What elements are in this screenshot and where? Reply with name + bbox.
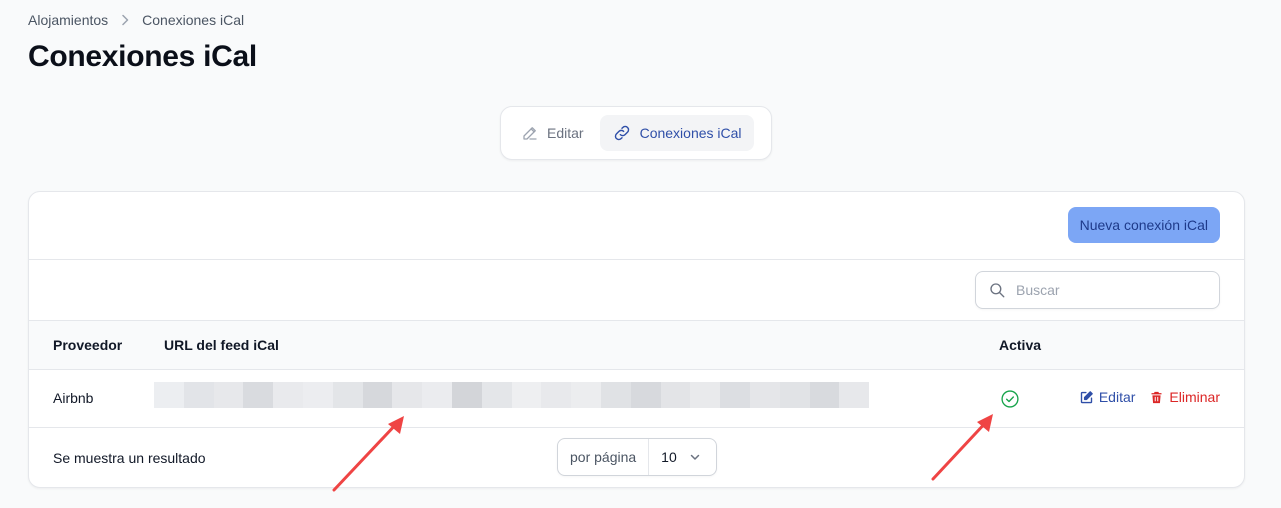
link-icon bbox=[612, 123, 632, 143]
pencil-square-icon bbox=[521, 124, 539, 142]
row-actions: Editar Eliminar bbox=[1079, 389, 1220, 405]
search-toolbar bbox=[29, 260, 1244, 321]
table-row[interactable]: Airbnb Editar Eliminar bbox=[29, 370, 1244, 428]
ical-connections-table-card: Nueva conexión iCal Proveedor URL del fe… bbox=[28, 191, 1245, 488]
provider-cell: Airbnb bbox=[53, 390, 94, 406]
chevron-right-icon bbox=[120, 14, 130, 26]
delete-label: Eliminar bbox=[1169, 389, 1220, 405]
record-tabs: Editar Conexiones iCal bbox=[500, 106, 772, 160]
annotation-arrow-url bbox=[332, 416, 404, 492]
per-page-label: por página bbox=[558, 439, 650, 475]
breadcrumb-current: Conexiones iCal bbox=[142, 12, 245, 28]
tab-editar[interactable]: Editar bbox=[509, 115, 596, 151]
search-icon bbox=[988, 281, 1006, 299]
edit-label: Editar bbox=[1098, 389, 1136, 405]
pencil-square-icon bbox=[1079, 390, 1094, 405]
breadcrumb: Alojamientos Conexiones iCal bbox=[28, 12, 244, 28]
search-input[interactable] bbox=[1016, 282, 1206, 298]
breadcrumb-parent-link[interactable]: Alojamientos bbox=[28, 12, 108, 28]
edit-row-button[interactable]: Editar bbox=[1079, 389, 1136, 405]
table-header-actions: Nueva conexión iCal bbox=[29, 192, 1244, 260]
tab-label: Editar bbox=[547, 125, 584, 141]
new-ical-connection-button[interactable]: Nueva conexión iCal bbox=[1067, 207, 1220, 243]
per-page-selected-value: 10 bbox=[661, 449, 677, 465]
redacted-url-cell bbox=[154, 382, 870, 408]
page-title: Conexiones iCal bbox=[28, 40, 257, 73]
annotation-arrow-active bbox=[931, 414, 993, 481]
column-header-url[interactable]: URL del feed iCal bbox=[164, 337, 279, 353]
per-page-value[interactable]: 10 bbox=[649, 449, 713, 465]
column-header-provider[interactable]: Proveedor bbox=[53, 337, 122, 353]
search-field[interactable] bbox=[975, 271, 1220, 309]
tab-label: Conexiones iCal bbox=[639, 125, 742, 141]
trash-icon bbox=[1149, 390, 1164, 405]
results-summary: Se muestra un resultado bbox=[53, 450, 206, 466]
table-header-row: Proveedor URL del feed iCal Activa bbox=[29, 321, 1244, 370]
delete-row-button[interactable]: Eliminar bbox=[1149, 389, 1220, 405]
tab-conexiones-ical[interactable]: Conexiones iCal bbox=[599, 115, 754, 151]
chevron-down-icon bbox=[689, 451, 701, 463]
per-page-select[interactable]: por página 10 bbox=[557, 438, 717, 476]
check-circle-icon bbox=[1000, 389, 1020, 409]
column-header-active[interactable]: Activa bbox=[999, 337, 1041, 353]
